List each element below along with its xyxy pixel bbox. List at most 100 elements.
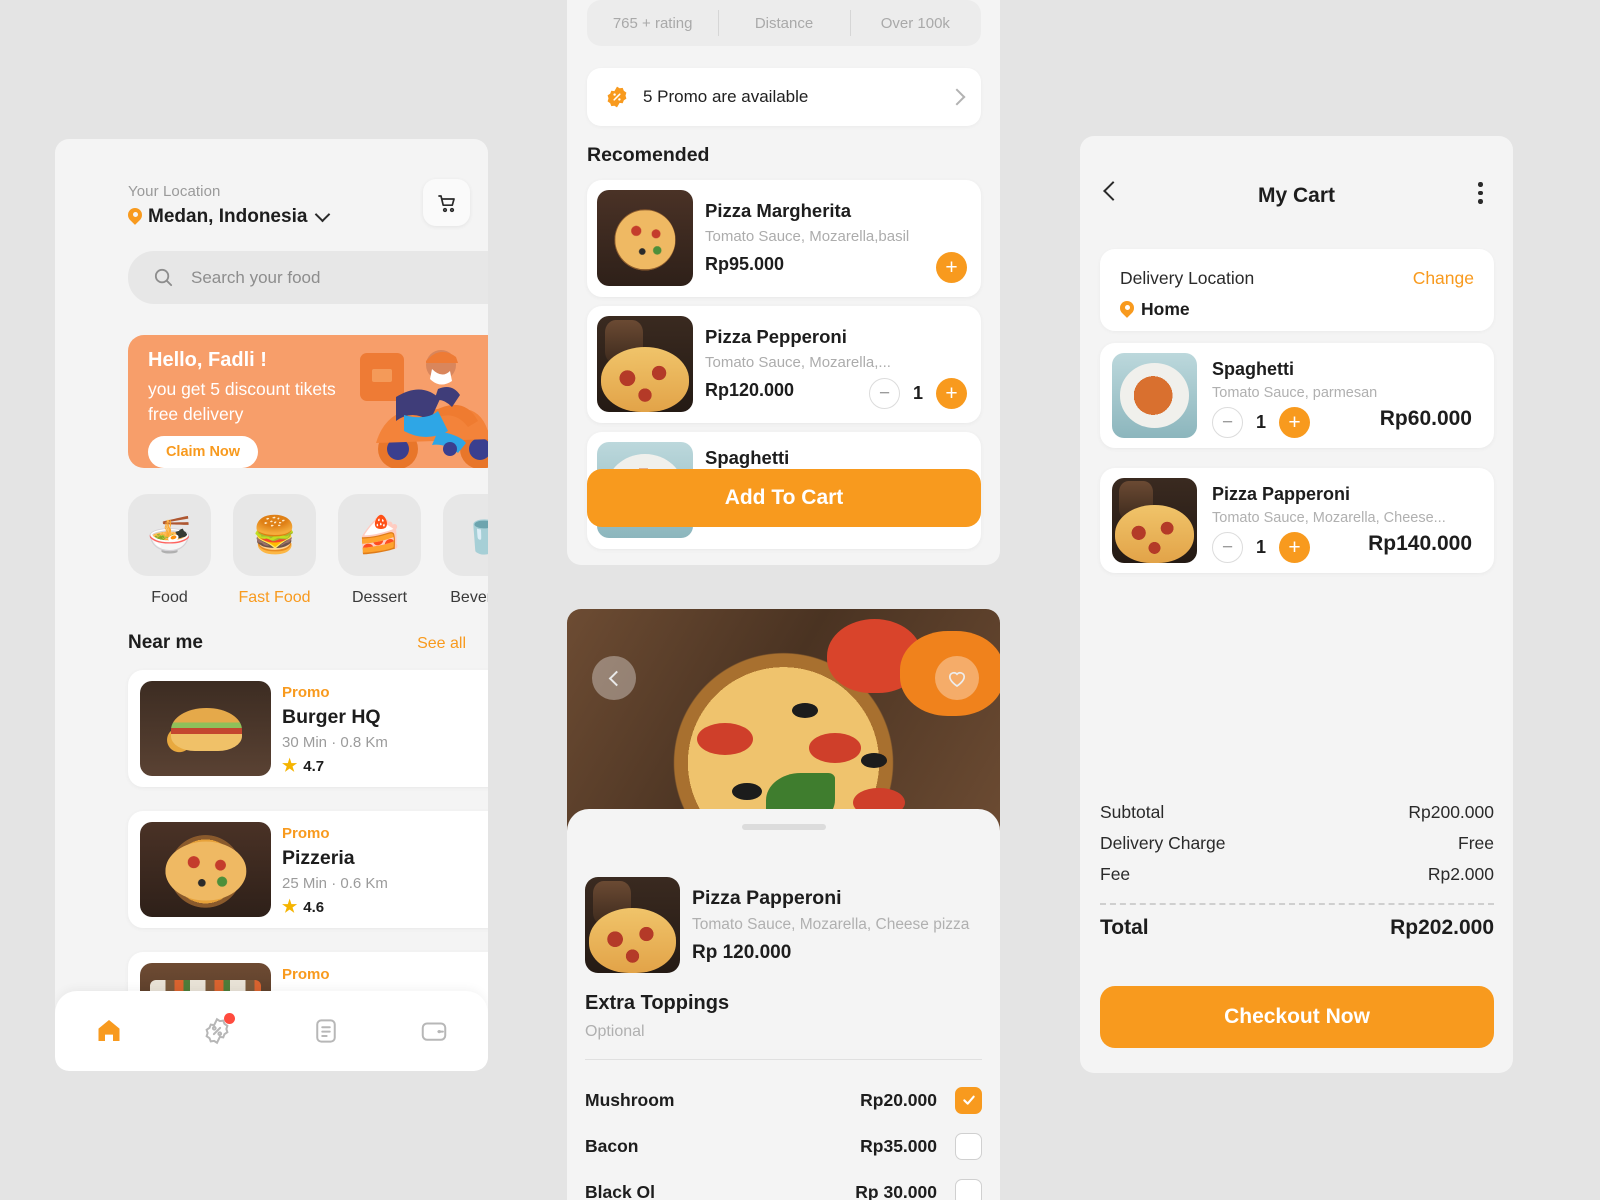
cart-item-thumbnail <box>1112 353 1197 438</box>
claim-now-button[interactable]: Claim Now <box>148 436 258 468</box>
restaurant-card[interactable]: Promo Burger HQ 30 Min · 0.8 Km ★ 4.7 <box>128 670 488 787</box>
category-row: 🍜 Food 🍔 Fast Food 🍰 Dessert 🥤 Beverage <box>128 494 488 607</box>
home-icon <box>98 1020 120 1041</box>
food-thumbnail <box>597 316 693 412</box>
topping-checkbox[interactable] <box>955 1132 982 1160</box>
sheet-drag-handle[interactable] <box>741 824 826 830</box>
quantity-value: 1 <box>1255 537 1266 557</box>
total-row: Total Rp202.000 <box>1100 916 1494 940</box>
cart-item-price: Rp140.000 <box>1368 532 1472 555</box>
back-button[interactable] <box>592 656 636 700</box>
topping-row[interactable]: Bacon Rp35.000 <box>585 1123 982 1169</box>
item-detail-panel: Pizza Papperoni Tomato Sauce, Mozarella,… <box>567 609 1000 1200</box>
restaurant-rating: ★ 4.7 <box>282 756 324 776</box>
filter-chip-row: 765 + rating Distance Over 100k <box>587 0 981 46</box>
filter-chip[interactable]: Distance <box>718 9 849 36</box>
cart-button[interactable] <box>423 179 470 226</box>
banner-line-2: free delivery <box>148 404 244 424</box>
topping-row[interactable]: Black Ol Rp 30.000 <box>585 1169 982 1200</box>
item-bottom-sheet: Pizza Papperoni Tomato Sauce, Mozarella,… <box>567 809 1000 1200</box>
minus-icon-button[interactable]: − <box>1212 532 1243 563</box>
topping-price: Rp20.000 <box>860 1089 937 1110</box>
restaurant-name: Burger HQ <box>282 706 381 728</box>
favorite-button[interactable] <box>935 656 979 700</box>
topping-name: Mushroom <box>585 1089 675 1110</box>
checkout-button[interactable]: Checkout Now <box>1100 986 1494 1048</box>
minus-icon-button[interactable]: − <box>1212 407 1243 438</box>
star-icon: ★ <box>282 756 298 775</box>
discount-badge-icon <box>607 86 627 108</box>
minus-icon-button[interactable]: − <box>869 378 900 409</box>
change-location-link[interactable]: Change <box>1413 268 1474 289</box>
cart-title: My Cart <box>1257 184 1336 207</box>
wallet-icon <box>421 1022 447 1041</box>
filter-chip[interactable]: Over 100k <box>849 9 981 36</box>
topping-price: Rp 30.000 <box>855 1181 937 1200</box>
cart-item-row[interactable]: Spaghetti Tomato Sauce, parmesan − 1 + R… <box>1100 343 1494 448</box>
see-all-link[interactable]: See all <box>417 635 466 653</box>
nav-wallet-button[interactable] <box>414 1011 454 1051</box>
add-to-cart-button[interactable]: Add To Cart <box>587 469 981 527</box>
category-item-food[interactable]: 🍜 Food <box>128 494 211 607</box>
location-value-row[interactable]: Medan, Indonesia <box>128 206 331 228</box>
chevron-down-icon[interactable] <box>315 206 331 222</box>
summary-row: Delivery Charge Free <box>1100 833 1494 854</box>
category-icon: 🍰 <box>338 494 421 576</box>
plus-icon-button[interactable]: + <box>1279 532 1310 563</box>
promo-available-bar[interactable]: 5 Promo are available <box>587 68 981 126</box>
location-label: Your Location <box>128 183 221 200</box>
promo-badge: Promo <box>282 825 330 842</box>
category-label: Fast Food <box>238 589 311 606</box>
topping-name: Bacon <box>585 1135 639 1156</box>
star-icon: ★ <box>282 897 298 916</box>
topping-checkbox[interactable] <box>955 1178 982 1200</box>
chevron-left-icon <box>608 670 624 686</box>
plus-icon-button[interactable]: + <box>936 252 967 283</box>
restaurant-rating: ★ 4.6 <box>282 897 324 917</box>
chevron-right-icon[interactable] <box>948 88 966 106</box>
cart-panel: My Cart Delivery Location Change Home Sp… <box>1080 136 1513 1073</box>
rating-value: 4.7 <box>303 757 325 775</box>
restaurant-card[interactable]: Promo Pizzeria 25 Min · 0.6 Km ★ 4.6 <box>128 811 488 928</box>
category-item-beverage[interactable]: 🥤 Beverage <box>443 494 488 607</box>
restaurant-detail-panel: 765 + rating Distance Over 100k 5 Promo ar… <box>567 0 1000 565</box>
summary-row: Fee Rp2.000 <box>1100 864 1494 885</box>
topping-checkbox[interactable] <box>955 1086 982 1114</box>
map-pin-icon <box>1120 301 1134 319</box>
nav-orders-button[interactable] <box>306 1011 346 1051</box>
food-qty-stepper: − 1 + <box>869 378 967 409</box>
summary-label: Subtotal <box>1100 802 1165 822</box>
category-item-dessert[interactable]: 🍰 Dessert <box>338 494 421 607</box>
promo-banner[interactable]: Hello, Fadli ! you get 5 discount tikets… <box>128 335 488 468</box>
topping-row[interactable]: Mushroom Rp20.000 <box>585 1077 982 1123</box>
summary-label: Fee <box>1100 864 1131 884</box>
plus-icon-button[interactable]: + <box>936 378 967 409</box>
food-name: Pizza Pepperoni <box>705 326 847 347</box>
category-icon: 🍜 <box>128 494 211 576</box>
restaurant-thumbnail <box>140 681 271 776</box>
category-label: Food <box>151 589 188 606</box>
cart-item-row[interactable]: Pizza Papperoni Tomato Sauce, Mozarella,… <box>1100 468 1494 573</box>
food-item-card[interactable]: Pizza Margherita Tomato Sauce, Mozarella… <box>587 180 981 297</box>
orders-list-icon <box>315 1019 336 1043</box>
location-selector[interactable]: Your Location Medan, Indonesia <box>128 183 331 228</box>
near-me-title: Near me <box>128 632 203 653</box>
item-name: Pizza Papperoni <box>692 887 842 909</box>
category-item-fast-food[interactable]: 🍔 Fast Food <box>233 494 316 607</box>
food-name: Spaghetti <box>705 447 790 468</box>
food-price: Rp120.000 <box>705 380 795 400</box>
topping-name: Black Ol <box>585 1181 656 1200</box>
nav-promos-button[interactable] <box>197 1011 237 1051</box>
category-icon: 🥤 <box>443 494 488 576</box>
delivery-location-label: Delivery Location <box>1120 268 1255 288</box>
nav-home-button[interactable] <box>89 1011 129 1051</box>
kebab-menu-icon[interactable] <box>1478 182 1483 204</box>
plus-icon-button[interactable]: + <box>1279 407 1310 438</box>
item-description: Tomato Sauce, Mozarella, Cheese pizza <box>692 916 970 933</box>
filter-chip[interactable]: 765 + rating <box>587 15 718 32</box>
search-input[interactable]: Search your food <box>128 251 488 304</box>
extra-toppings-subtitle: Optional <box>585 1023 645 1040</box>
category-label: Beverage <box>450 589 488 606</box>
food-item-card[interactable]: Pizza Pepperoni Tomato Sauce, Mozarella,… <box>587 306 981 423</box>
banner-subtitle: you get 5 discount tikets free delivery <box>148 377 336 427</box>
